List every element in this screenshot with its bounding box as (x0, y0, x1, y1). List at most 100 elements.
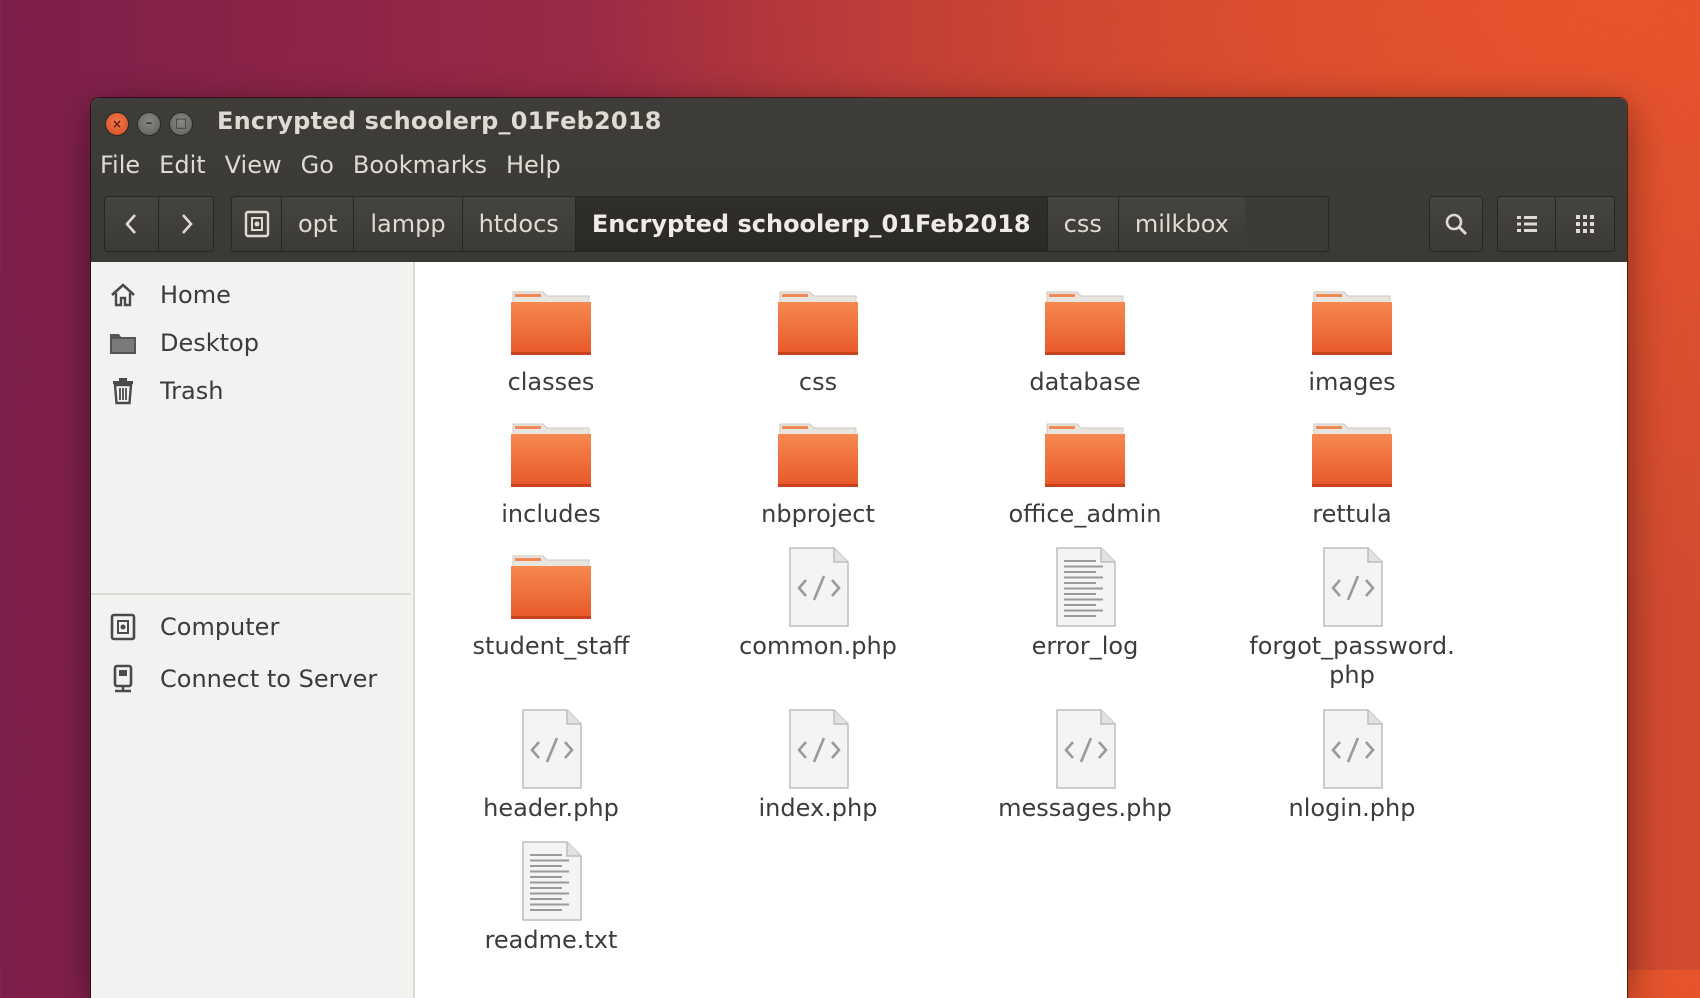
sidebar-separator (91, 593, 411, 595)
file-name-label: nbproject (761, 500, 875, 528)
folder-icon (768, 282, 868, 366)
sidebar-item-label: Desktop (160, 329, 259, 357)
sidebar-item-computer[interactable]: Computer (91, 605, 411, 649)
view-mode-buttons (1497, 196, 1615, 252)
folder-item[interactable]: classes (421, 282, 681, 397)
sidebar: Home Desktop Trash Computer Connect to S… (91, 262, 415, 998)
home-icon (108, 280, 138, 310)
file-name-label: error_log (1031, 632, 1139, 660)
code-file-icon (768, 546, 868, 630)
folder-icon (1302, 282, 1402, 366)
search-button-group (1429, 196, 1483, 252)
folder-item[interactable]: css (688, 282, 948, 397)
back-button[interactable] (105, 197, 159, 251)
file-item[interactable]: messages.php (955, 708, 1215, 823)
minimize-window-button[interactable]: – (137, 112, 161, 136)
menu-go[interactable]: Go (301, 147, 334, 183)
folder-icon (1035, 414, 1135, 498)
folder-item[interactable]: includes (421, 414, 681, 529)
sidebar-item-label: Computer (160, 613, 280, 641)
file-name-label: header.php (483, 794, 619, 822)
maximize-window-button[interactable]: □ (169, 112, 193, 136)
file-name-label: images (1308, 368, 1396, 396)
titlebar: × – □ Encrypted schoolerp_01Feb2018 File… (91, 98, 1627, 262)
search-button[interactable] (1430, 197, 1482, 251)
folder-item[interactable]: database (955, 282, 1215, 397)
path-bar: opt lampp htdocs Encrypted schoolerp_01F… (231, 196, 1329, 252)
folder-item[interactable]: images (1222, 282, 1482, 397)
code-file-icon (1302, 546, 1402, 630)
sidebar-item-connect-to-server[interactable]: Connect to Server (91, 657, 411, 701)
file-name-label: forgot_password. php (1249, 632, 1455, 689)
list-view-icon (1516, 216, 1537, 232)
file-name-label: css (798, 368, 838, 396)
file-name-label: database (1029, 368, 1141, 396)
code-file-icon (768, 708, 868, 792)
chevron-left-icon (124, 214, 136, 234)
menu-bookmarks[interactable]: Bookmarks (353, 147, 487, 183)
path-segment-htdocs[interactable]: htdocs (462, 197, 576, 251)
server-icon (108, 664, 138, 694)
folder-item[interactable]: rettula (1222, 414, 1482, 529)
sidebar-item-home[interactable]: Home (91, 273, 411, 317)
file-item[interactable]: common.php (688, 546, 948, 661)
sidebar-item-trash[interactable]: Trash (91, 369, 411, 413)
menu-edit[interactable]: Edit (159, 147, 205, 183)
toolbar: opt lampp htdocs Encrypted schoolerp_01F… (91, 196, 1627, 262)
path-segment-current[interactable]: Encrypted schoolerp_01Feb2018 (575, 197, 1048, 251)
close-icon: × (111, 117, 123, 131)
trash-icon (108, 376, 138, 406)
grid-view-button[interactable] (1556, 197, 1614, 251)
path-segment-css[interactable]: css (1047, 197, 1119, 251)
code-file-icon (501, 708, 601, 792)
file-name-label: office_admin (1008, 500, 1162, 528)
file-grid: classes css database images includes nbprojec… (415, 262, 1627, 998)
text-file-icon (501, 840, 601, 924)
file-item[interactable]: nlogin.php (1222, 708, 1482, 823)
file-name-label: student_staff (472, 632, 630, 660)
file-item[interactable]: header.php (421, 708, 681, 823)
path-segment-milkbox[interactable]: milkbox (1118, 197, 1245, 251)
file-name-label: index.php (758, 794, 878, 822)
text-file-icon (1035, 546, 1135, 630)
path-root-button[interactable] (232, 197, 282, 251)
folder-icon (501, 546, 601, 630)
sidebar-item-label: Home (160, 281, 231, 309)
file-name-label: common.php (739, 632, 897, 660)
close-window-button[interactable]: × (105, 112, 129, 136)
list-view-button[interactable] (1498, 197, 1556, 251)
code-file-icon (1035, 708, 1135, 792)
code-file-icon (1302, 708, 1402, 792)
file-item[interactable]: index.php (688, 708, 948, 823)
file-name-label: rettula (1312, 500, 1392, 528)
folder-item[interactable]: nbproject (688, 414, 948, 529)
sidebar-item-desktop[interactable]: Desktop (91, 321, 411, 365)
sidebar-item-label: Trash (160, 377, 224, 405)
minimize-icon: – (145, 116, 153, 131)
file-item[interactable]: error_log (955, 546, 1215, 661)
folder-icon (1035, 282, 1135, 366)
folder-icon (1302, 414, 1402, 498)
path-segment-lampp[interactable]: lampp (354, 197, 463, 251)
grid-view-icon (1576, 215, 1594, 233)
menubar: File Edit View Go Bookmarks Help (100, 147, 580, 183)
window-title: Encrypted schoolerp_01Feb2018 (217, 107, 662, 135)
forward-button[interactable] (159, 197, 213, 251)
path-segment-opt[interactable]: opt (282, 197, 355, 251)
menu-help[interactable]: Help (506, 147, 561, 183)
sidebar-item-label: Connect to Server (160, 665, 378, 693)
folder-icon (501, 414, 601, 498)
desktop-folder-icon (108, 328, 138, 358)
computer-icon (108, 612, 138, 642)
folder-item[interactable]: student_staff (421, 546, 681, 661)
folder-icon (768, 414, 868, 498)
file-name-label: includes (501, 500, 601, 528)
file-item[interactable]: forgot_password. php (1222, 546, 1482, 690)
chevron-right-icon (182, 214, 193, 234)
menu-file[interactable]: File (100, 147, 140, 183)
folder-item[interactable]: office_admin (955, 414, 1215, 529)
menu-view[interactable]: View (225, 147, 282, 183)
file-item[interactable]: readme.txt (421, 840, 681, 955)
file-name-label: messages.php (998, 794, 1172, 822)
maximize-icon: □ (174, 116, 188, 131)
